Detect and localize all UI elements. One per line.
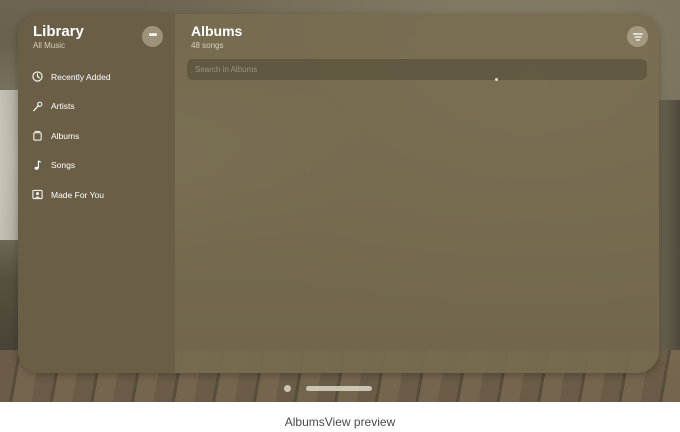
sidebar-item-label: Albums — [51, 130, 80, 141]
sidebar: Library All Music ••• Recently Added Art… — [18, 14, 175, 373]
sidebar-subtitle: All Music — [33, 41, 66, 50]
main-content: Albums 48 songs — [175, 14, 659, 373]
music-note-icon — [31, 159, 43, 171]
sidebar-item-label: Recently Added — [51, 71, 111, 82]
sidebar-item-songs[interactable]: Songs — [18, 151, 175, 181]
filter-icon — [632, 28, 643, 46]
preview-caption: AlbumsView preview — [284, 415, 396, 429]
sidebar-item-recently-added[interactable]: Recently Added — [18, 62, 175, 92]
sidebar-title: Library — [33, 23, 84, 40]
sidebar-item-artists[interactable]: Artists — [18, 92, 175, 122]
window-drag-handle[interactable] — [306, 386, 372, 391]
sidebar-nav: Recently Added Artists Albums Songs Made… — [18, 62, 175, 210]
music-window: Library All Music ••• Recently Added Art… — [18, 14, 659, 373]
more-button[interactable]: ••• — [142, 26, 163, 47]
album-icon — [31, 130, 43, 142]
sidebar-item-label: Songs — [51, 160, 76, 171]
search-input[interactable] — [187, 59, 647, 80]
microphone-icon — [31, 100, 43, 112]
filter-button[interactable] — [627, 26, 648, 47]
background-doorway — [658, 100, 680, 360]
window-controls — [0, 380, 680, 396]
ellipsis-icon: ••• — [148, 30, 157, 41]
clock-icon — [31, 71, 43, 83]
sidebar-item-albums[interactable]: Albums — [18, 121, 175, 151]
song-count: 48 songs — [191, 41, 224, 50]
sidebar-item-made-for-you[interactable]: Made For You — [18, 180, 175, 210]
window-close-dot[interactable] — [284, 385, 291, 392]
sidebar-item-label: Made For You — [51, 189, 104, 200]
background-scene: Library All Music ••• Recently Added Art… — [0, 0, 680, 402]
pointer-cursor — [495, 78, 498, 81]
sidebar-item-label: Artists — [51, 101, 75, 112]
page-title: Albums — [191, 23, 243, 39]
person-square-icon — [31, 189, 43, 201]
